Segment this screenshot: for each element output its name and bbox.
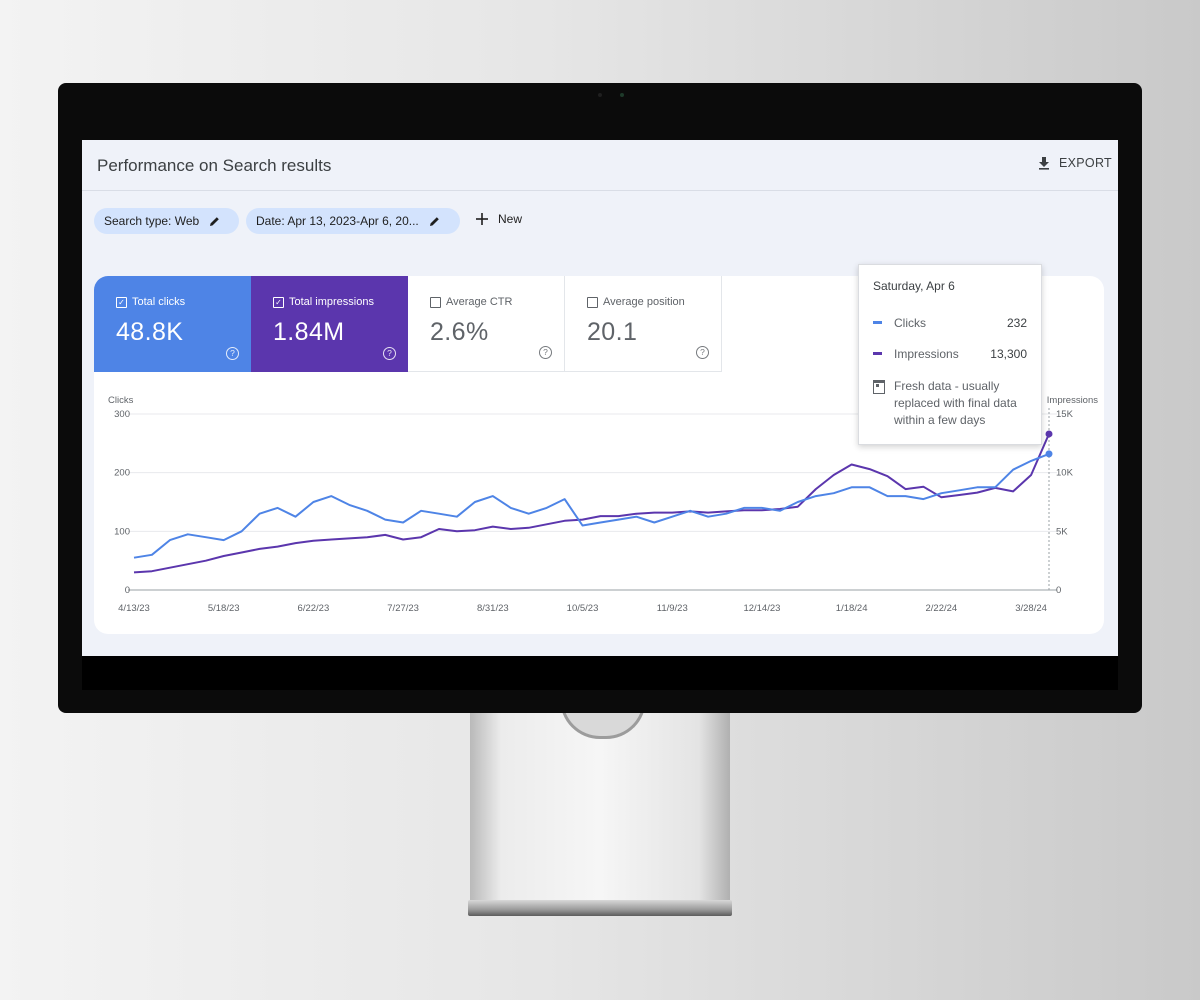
series-line-clicks bbox=[133, 452, 1050, 559]
new-filter-label: New bbox=[498, 212, 523, 226]
search-console-app: Performance on Search results EXPORT Sea… bbox=[82, 140, 1118, 656]
calendar-icon bbox=[873, 380, 885, 394]
search-type-label: Search type: Web bbox=[104, 214, 200, 228]
left-axis-tick-label: 100 bbox=[114, 526, 130, 537]
x-axis-tick-label: 10/5/23 bbox=[567, 603, 599, 614]
edit-pencil-icon bbox=[429, 216, 439, 226]
tooltip-series-value: 232 bbox=[1006, 315, 1027, 330]
right-axis-tick-label: 0 bbox=[1056, 585, 1061, 596]
help-circle-icon[interactable]: ? bbox=[696, 346, 709, 359]
tooltip-series-name: Clicks bbox=[894, 315, 926, 330]
help-circle-icon[interactable]: ? bbox=[226, 347, 239, 360]
tooltip-row-impressions: Impressions 13,300 bbox=[873, 338, 1027, 369]
fresh-data-note: Fresh data - usually replaced with final… bbox=[873, 378, 1027, 429]
checkbox-checked-icon[interactable]: ✓ bbox=[116, 296, 127, 308]
metric-label: Average CTR bbox=[446, 296, 513, 308]
total-clicks-metric[interactable]: ✓ Total clicks 48.8K ? bbox=[94, 276, 251, 372]
checkbox-unchecked-icon[interactable] bbox=[587, 296, 598, 308]
right-axis-tick-label: 5K bbox=[1056, 526, 1068, 537]
plus-icon bbox=[476, 213, 488, 225]
chart-tooltip: Saturday, Apr 6 Clicks 232 Impressions 1… bbox=[858, 264, 1042, 445]
x-axis-tick-label: 11/9/23 bbox=[657, 603, 688, 614]
metric-label: Total impressions bbox=[289, 296, 374, 308]
clicks-swatch bbox=[873, 321, 882, 324]
checkbox-unchecked-icon[interactable] bbox=[430, 296, 441, 308]
metric-label: Total clicks bbox=[132, 296, 186, 308]
tooltip-row-clicks: Clicks 232 bbox=[873, 307, 1027, 338]
tooltip-series-value: 13,300 bbox=[990, 346, 1027, 361]
page-title: Performance on Search results bbox=[97, 156, 332, 175]
metric-value: 1.84M bbox=[273, 318, 345, 346]
left-axis-tick-label: 200 bbox=[114, 468, 130, 479]
x-axis-tick-label: 12/14/23 bbox=[743, 603, 780, 614]
x-axis-tick-label: 5/18/23 bbox=[208, 603, 240, 614]
average-ctr-metric[interactable]: Average CTR 2.6% ? bbox=[408, 276, 565, 372]
total-impressions-metric[interactable]: ✓ Total impressions 1.84M ? bbox=[251, 276, 408, 372]
camera-indicator bbox=[620, 93, 624, 97]
metric-label: Average position bbox=[603, 296, 685, 308]
x-axis-tick-label: 3/28/24 bbox=[1015, 603, 1047, 614]
hover-point-clicks bbox=[1045, 450, 1053, 458]
checkbox-checked-icon[interactable]: ✓ bbox=[273, 296, 284, 308]
date-range-label: Date: Apr 13, 2023-Apr 6, 20... bbox=[256, 214, 419, 228]
monitor-stand-foot bbox=[468, 900, 732, 916]
average-position-metric[interactable]: Average position 20.1 ? bbox=[565, 276, 722, 372]
x-axis-tick-label: 7/27/23 bbox=[387, 603, 419, 614]
metric-value: 20.1 bbox=[587, 318, 638, 346]
left-axis-title: Clicks bbox=[108, 395, 134, 406]
metric-value: 48.8K bbox=[116, 318, 184, 346]
hover-point-impressions bbox=[1045, 430, 1053, 438]
tooltip-date: Saturday, Apr 6 bbox=[873, 279, 955, 293]
help-circle-icon[interactable]: ? bbox=[383, 347, 396, 360]
export-button[interactable]: EXPORT bbox=[1037, 156, 1112, 170]
header-divider bbox=[82, 190, 1118, 191]
help-circle-icon[interactable]: ? bbox=[539, 346, 552, 359]
right-axis-tick-label: 10K bbox=[1056, 468, 1074, 479]
x-axis-tick-label: 8/31/23 bbox=[477, 603, 509, 614]
monitor-bezel: Performance on Search results EXPORT Sea… bbox=[58, 83, 1142, 713]
screen: Performance on Search results EXPORT Sea… bbox=[82, 140, 1118, 690]
x-axis-tick-label: 4/13/23 bbox=[118, 603, 150, 614]
x-axis-tick-label: 1/18/24 bbox=[836, 603, 868, 614]
x-axis-tick-label: 2/22/24 bbox=[926, 603, 958, 614]
impressions-swatch bbox=[873, 352, 882, 355]
fresh-data-text: Fresh data - usually replaced with final… bbox=[894, 379, 1017, 427]
new-filter-button[interactable]: New bbox=[476, 212, 522, 226]
download-icon bbox=[1039, 157, 1050, 170]
export-label: EXPORT bbox=[1059, 156, 1112, 170]
right-axis-title: Impressions bbox=[1047, 395, 1098, 406]
series-line-impressions bbox=[133, 433, 1050, 574]
monitor-stand bbox=[470, 712, 730, 902]
left-axis-tick-label: 0 bbox=[125, 585, 130, 596]
edit-pencil-icon bbox=[210, 216, 219, 226]
tooltip-series-name: Impressions bbox=[894, 346, 959, 361]
right-axis-tick-label: 15K bbox=[1056, 409, 1074, 420]
search-type-filter-chip[interactable]: Search type: Web bbox=[94, 208, 239, 234]
date-filter-chip[interactable]: Date: Apr 13, 2023-Apr 6, 20... bbox=[246, 208, 460, 234]
left-axis-tick-label: 300 bbox=[114, 409, 130, 420]
camera-icon bbox=[598, 93, 602, 97]
metric-value: 2.6% bbox=[430, 318, 489, 346]
x-axis-tick-label: 6/22/23 bbox=[298, 603, 330, 614]
